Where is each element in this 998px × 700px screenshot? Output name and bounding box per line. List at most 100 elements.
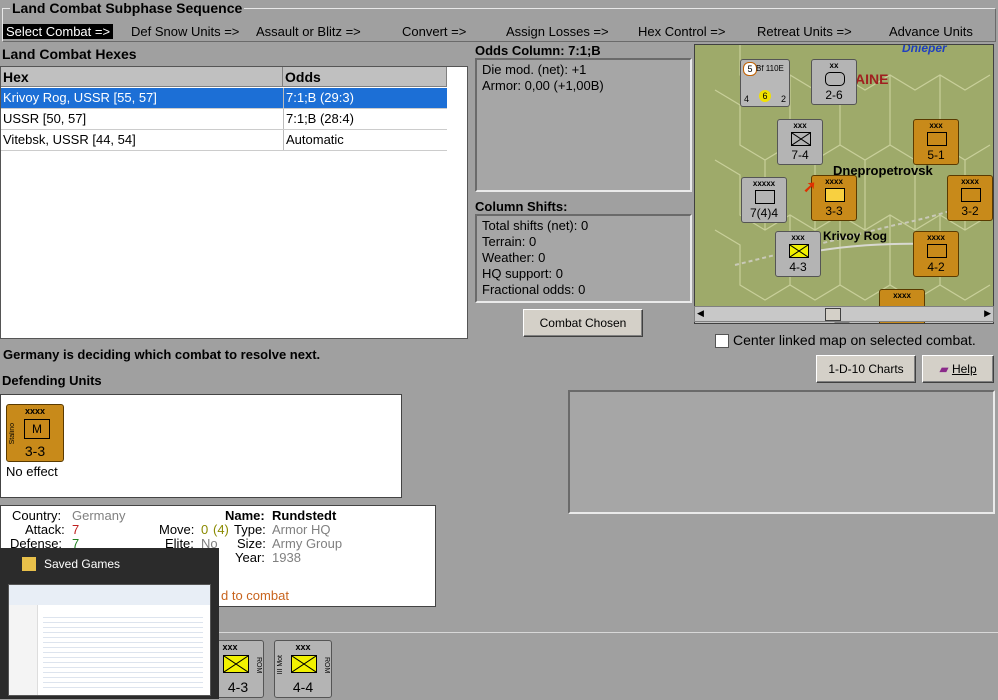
column-shifts-title: Column Shifts:	[475, 199, 568, 214]
table-row[interactable]: Vitebsk, USSR [44, 54] Automatic	[1, 130, 447, 151]
table-row[interactable]: Krivoy Rog, USSR [55, 57] 7:1;B (29:3)	[1, 88, 447, 109]
counter-size: xxxx	[893, 291, 911, 300]
move-value: 0	[201, 522, 209, 537]
counter-nation: ROM	[323, 657, 330, 674]
center-map-checkbox[interactable]	[715, 334, 729, 348]
type-value: Armor HQ	[272, 522, 331, 537]
map-counter[interactable]: xxx 7-4	[777, 119, 823, 165]
move-max-value: (4)	[213, 522, 229, 537]
hex-cell: Krivoy Rog, USSR [55, 57]	[3, 90, 157, 105]
preview-file-list	[43, 613, 203, 691]
column-header-odds[interactable]: Odds	[283, 67, 447, 87]
combat-hexes-title: Land Combat Hexes	[2, 46, 137, 62]
step-def-snow-units: Def Snow Units =>	[131, 24, 240, 39]
total-shifts-text: Total shifts (net): 0	[482, 218, 589, 233]
unit-symbol-icon	[927, 244, 947, 258]
map-counter[interactable]: xxxxx 7(4)4	[741, 177, 787, 223]
year-label: Year:	[235, 550, 265, 565]
country-value: Germany	[72, 508, 126, 523]
air-unit-name: Bf 110E	[756, 64, 784, 73]
taskbar-thumbnail[interactable]: Saved Games	[0, 548, 219, 699]
step-retreat-units: Retreat Units =>	[757, 24, 852, 39]
counter-value: 5-1	[927, 148, 945, 162]
help-button[interactable]: ▰ Help	[922, 355, 994, 383]
unit-symbol-icon: M	[24, 419, 50, 439]
tray-counter[interactable]: xxx ROM 4-3	[212, 640, 264, 698]
counter-value: 7-4	[791, 148, 809, 162]
die-mod-text: Die mod. (net): +1	[482, 62, 587, 77]
linked-map[interactable]: Dnieper AINE Dnepropetrovsk Krivoy Rog 5…	[694, 44, 994, 324]
hex-cell: Vitebsk, USSR [44, 54]	[3, 132, 136, 147]
scroll-right-icon[interactable]: ▶	[984, 308, 991, 319]
size-value: Army Group	[272, 536, 343, 551]
name-label: Name:	[225, 508, 265, 523]
air-unit-number: 6	[759, 90, 771, 102]
counter-size: xxx	[929, 121, 943, 130]
counter-nation: ROM	[255, 657, 262, 674]
map-counter[interactable]: xxxx 4-2	[913, 231, 959, 277]
combat-hexes-table[interactable]: Hex Odds Krivoy Rog, USSR [55, 57] 7:1;B…	[0, 66, 468, 339]
step-advance-units: Advance Units	[889, 24, 973, 39]
preview-nav-pane	[9, 605, 38, 695]
odds-cell: Automatic	[283, 130, 344, 150]
map-counter[interactable]: xx 2-6	[811, 59, 857, 105]
step-convert: Convert =>	[402, 24, 467, 39]
unit-symbol-icon	[927, 132, 947, 146]
terrain-shift-text: Terrain: 0	[482, 234, 537, 249]
air-unit-counter[interactable]: 5 Bf 110E 6 4 2	[740, 59, 790, 107]
combat-chosen-button[interactable]: Combat Chosen	[523, 309, 643, 337]
defending-units-title: Defending Units	[2, 373, 102, 388]
charts-button[interactable]: 1-D-10 Charts	[816, 355, 916, 383]
year-value: 1938	[272, 550, 301, 565]
map-counter[interactable]: xxx 4-3	[775, 231, 821, 277]
combat-result-text: No effect	[6, 464, 58, 479]
scroll-thumb[interactable]	[825, 308, 841, 321]
hq-symbol-icon	[755, 190, 775, 204]
counter-value: 4-4	[292, 679, 314, 695]
size-label: Size:	[237, 536, 266, 551]
odds-cell: 7:1;B (28:4)	[283, 109, 354, 129]
infantry-symbol-icon	[789, 244, 809, 258]
counter-value: 2-6	[825, 88, 843, 102]
column-header-hex[interactable]: Hex	[1, 67, 283, 87]
move-label: Move:	[159, 522, 195, 537]
tray-counter[interactable]: xxx III Mot ROM 4-4	[274, 640, 332, 698]
counter-size: xxx	[791, 233, 805, 242]
defending-unit-counter[interactable]: xxxx Stalino M 3-3	[6, 404, 64, 462]
folder-icon	[22, 557, 36, 571]
map-label-dnieper: Dnieper	[902, 44, 947, 55]
counter-value: 4-3	[789, 260, 807, 274]
map-counter[interactable]: xxx 5-1	[913, 119, 959, 165]
attack-label: Attack:	[25, 522, 65, 537]
counter-size: xxxx	[24, 406, 46, 416]
defending-units-box: xxxx Stalino M 3-3 No effect	[0, 394, 402, 498]
country-label: Country:	[12, 508, 62, 523]
thumbnail-title: Saved Games	[44, 557, 121, 571]
air-unit-value: 4	[744, 94, 750, 104]
air-count-badge: 5	[743, 62, 757, 76]
counter-size: xxx	[295, 642, 311, 652]
attack-arrow-icon: ➚	[803, 179, 817, 196]
counter-value: 3-2	[961, 204, 979, 218]
table-row[interactable]: USSR [50, 57] 7:1;B (28:4)	[1, 109, 447, 130]
scroll-left-icon[interactable]: ◀	[697, 308, 704, 319]
counter-unit-name: Stalino	[9, 423, 16, 445]
air-unit-range: 2	[781, 94, 787, 104]
odds-column-title: Odds Column: 7:1;B	[475, 43, 601, 58]
counter-unit-name: III Mot	[277, 655, 284, 675]
combat-details-area	[568, 390, 995, 514]
status-message: Germany is deciding which combat to reso…	[3, 347, 321, 362]
attack-value: 7	[72, 522, 80, 537]
odds-cell: 7:1;B (29:3)	[283, 88, 354, 108]
counter-size: xxxx	[927, 233, 945, 242]
counter-value: 3-3	[24, 443, 46, 459]
thumbnail-preview	[8, 584, 211, 696]
map-scrollbar[interactable]: ◀ ▶	[694, 306, 994, 322]
fractional-odds-text: Fractional odds: 0	[482, 282, 586, 297]
counter-value: 7(4)4	[749, 206, 778, 220]
map-label-krivoy-rog: Krivoy Rog	[823, 229, 888, 243]
unit-symbol-icon	[961, 188, 981, 202]
infantry-symbol-icon	[223, 655, 249, 673]
map-counter[interactable]: xxxx 3-2	[947, 175, 993, 221]
counter-value: 4-3	[227, 679, 249, 695]
